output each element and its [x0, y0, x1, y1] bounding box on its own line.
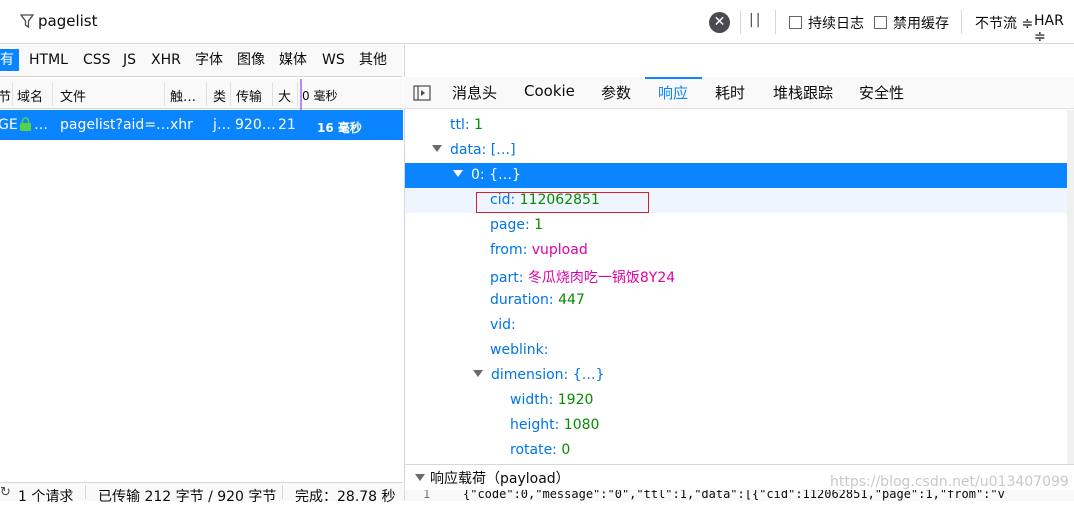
disable-cache-checkbox[interactable] [874, 16, 887, 29]
json-row-item0[interactable]: 0: {…} [453, 167, 521, 183]
type-filter-images[interactable]: 图像 [232, 49, 270, 71]
column-waterfall[interactable]: 0 毫秒 [302, 87, 337, 104]
type-filter-other[interactable]: 其他 [354, 49, 392, 71]
throttle-select[interactable]: 不节流 ≑ [975, 13, 1033, 33]
column-status[interactable]: 节 [0, 86, 11, 105]
divider [775, 10, 776, 34]
json-row-page[interactable]: page: 1 [490, 217, 543, 233]
filter-url-input[interactable]: pagelist [38, 12, 98, 30]
pause-icon[interactable]: || [749, 12, 762, 28]
clear-filter-icon[interactable]: ✕ [709, 12, 730, 33]
transferred-summary: 已传输 212 字节 / 920 字节 [98, 489, 277, 505]
tab-params[interactable]: 参数 [601, 82, 631, 103]
toolbar: pagelist ✕ || 持续日志 禁用缓存 不节流 ≑ HAR ≑ [0, 0, 1074, 45]
column-domain[interactable]: 域名 [17, 86, 43, 105]
json-row-rotate[interactable]: rotate: 0 [510, 442, 570, 458]
har-menu[interactable]: HAR ≑ [1034, 13, 1074, 45]
divider [740, 10, 741, 34]
type-filter-js[interactable]: JS [118, 49, 141, 71]
expand-arrow-icon[interactable] [473, 370, 483, 377]
request-transferred: 920… [235, 117, 276, 133]
json-row-weblink[interactable]: weblink: [490, 342, 548, 358]
column-type[interactable]: 类 [213, 86, 226, 105]
filter-icon [20, 14, 34, 29]
status-bar: ↻ 1 个请求 已传输 212 字节 / 920 字节 完成：28.78 秒 [0, 482, 403, 505]
disable-cache-label: 禁用缓存 [893, 16, 949, 32]
table-row[interactable]: GE … pagelist?aid=… xhr j… 920… 21 16 毫秒 [0, 110, 403, 140]
persist-log-label: 持续日志 [808, 16, 864, 32]
json-row-data[interactable]: data: […] [432, 142, 516, 158]
tab-response[interactable]: 响应 [658, 82, 688, 103]
type-filter-css[interactable]: CSS [78, 49, 116, 71]
tab-security[interactable]: 安全性 [859, 82, 904, 103]
request-cause: xhr [170, 117, 193, 133]
request-file: pagelist?aid=… [60, 117, 171, 133]
json-row-height[interactable]: height: 1080 [510, 417, 599, 433]
column-transferred[interactable]: 传输 [236, 86, 262, 105]
json-row-ttl[interactable]: ttl: 1 [450, 117, 483, 133]
tab-headers[interactable]: 消息头 [452, 82, 497, 103]
request-type-filter: 有 HTML CSS JS XHR 字体 图像 媒体 WS 其他 [0, 45, 402, 77]
type-filter-xhr[interactable]: XHR [146, 49, 186, 71]
request-size: 21 [278, 117, 296, 133]
lock-icon [20, 117, 31, 131]
request-type: j… [213, 117, 231, 133]
column-size[interactable]: 大 [278, 86, 291, 105]
json-row-cid[interactable]: cid: 112062851 [490, 192, 600, 208]
request-domain: … [34, 117, 48, 133]
reload-icon[interactable]: ↻ [0, 485, 11, 500]
details-tabs: 消息头 Cookie 参数 响应 耗时 堆栈跟踪 安全性 [404, 77, 1074, 109]
payload-title: 响应载荷（payload） [430, 471, 570, 487]
tab-timings[interactable]: 耗时 [715, 82, 745, 103]
json-row-part[interactable]: part: 冬瓜烧肉吃一锅饭8Y24 [490, 267, 675, 287]
expand-arrow-icon[interactable] [432, 145, 442, 152]
watermark: https://blog.csdn.net/u013407099 [830, 474, 1069, 490]
request-method: GE [0, 117, 18, 133]
finish-time: 完成：28.78 秒 [295, 489, 396, 505]
json-row-duration[interactable]: duration: 447 [490, 292, 585, 308]
payload-text: {"code":0,"message":"0","ttl":1,"data":[… [463, 490, 1005, 501]
json-row-dimension[interactable]: dimension: {…} [473, 367, 605, 383]
selected-tab-indicator [645, 77, 702, 79]
request-timing: 16 毫秒 [317, 121, 362, 135]
type-filter-ws[interactable]: WS [317, 49, 350, 71]
type-filter-media[interactable]: 媒体 [274, 49, 312, 71]
toggle-sidebar-icon[interactable] [413, 85, 431, 101]
type-filter-fonts[interactable]: 字体 [190, 49, 228, 71]
expand-arrow-icon[interactable] [453, 170, 463, 177]
line-number: 1 [423, 490, 431, 501]
tab-stack-trace[interactable]: 堆栈跟踪 [773, 82, 833, 103]
tab-cookies[interactable]: Cookie [524, 82, 575, 100]
json-row-from[interactable]: from: vupload [490, 242, 588, 258]
type-filter-html[interactable]: HTML [24, 49, 73, 71]
scrollbar[interactable] [1067, 110, 1074, 464]
collapse-arrow-icon[interactable] [415, 474, 425, 481]
request-table-header: 节 域名 文件 触… 类 传输 大 0 毫秒 [0, 79, 403, 109]
type-filter-all[interactable]: 有 [0, 49, 19, 71]
json-row-vid[interactable]: vid: [490, 317, 516, 333]
column-cause[interactable]: 触… [170, 86, 196, 105]
request-count: 1 个请求 [18, 489, 74, 505]
divider [961, 10, 962, 34]
json-row-width[interactable]: width: 1920 [510, 392, 593, 408]
persist-log-checkbox[interactable] [789, 16, 802, 29]
column-file[interactable]: 文件 [60, 86, 86, 105]
payload-source-line: 1 {"code":0,"message":"0","ttl":1,"data"… [405, 490, 1074, 501]
